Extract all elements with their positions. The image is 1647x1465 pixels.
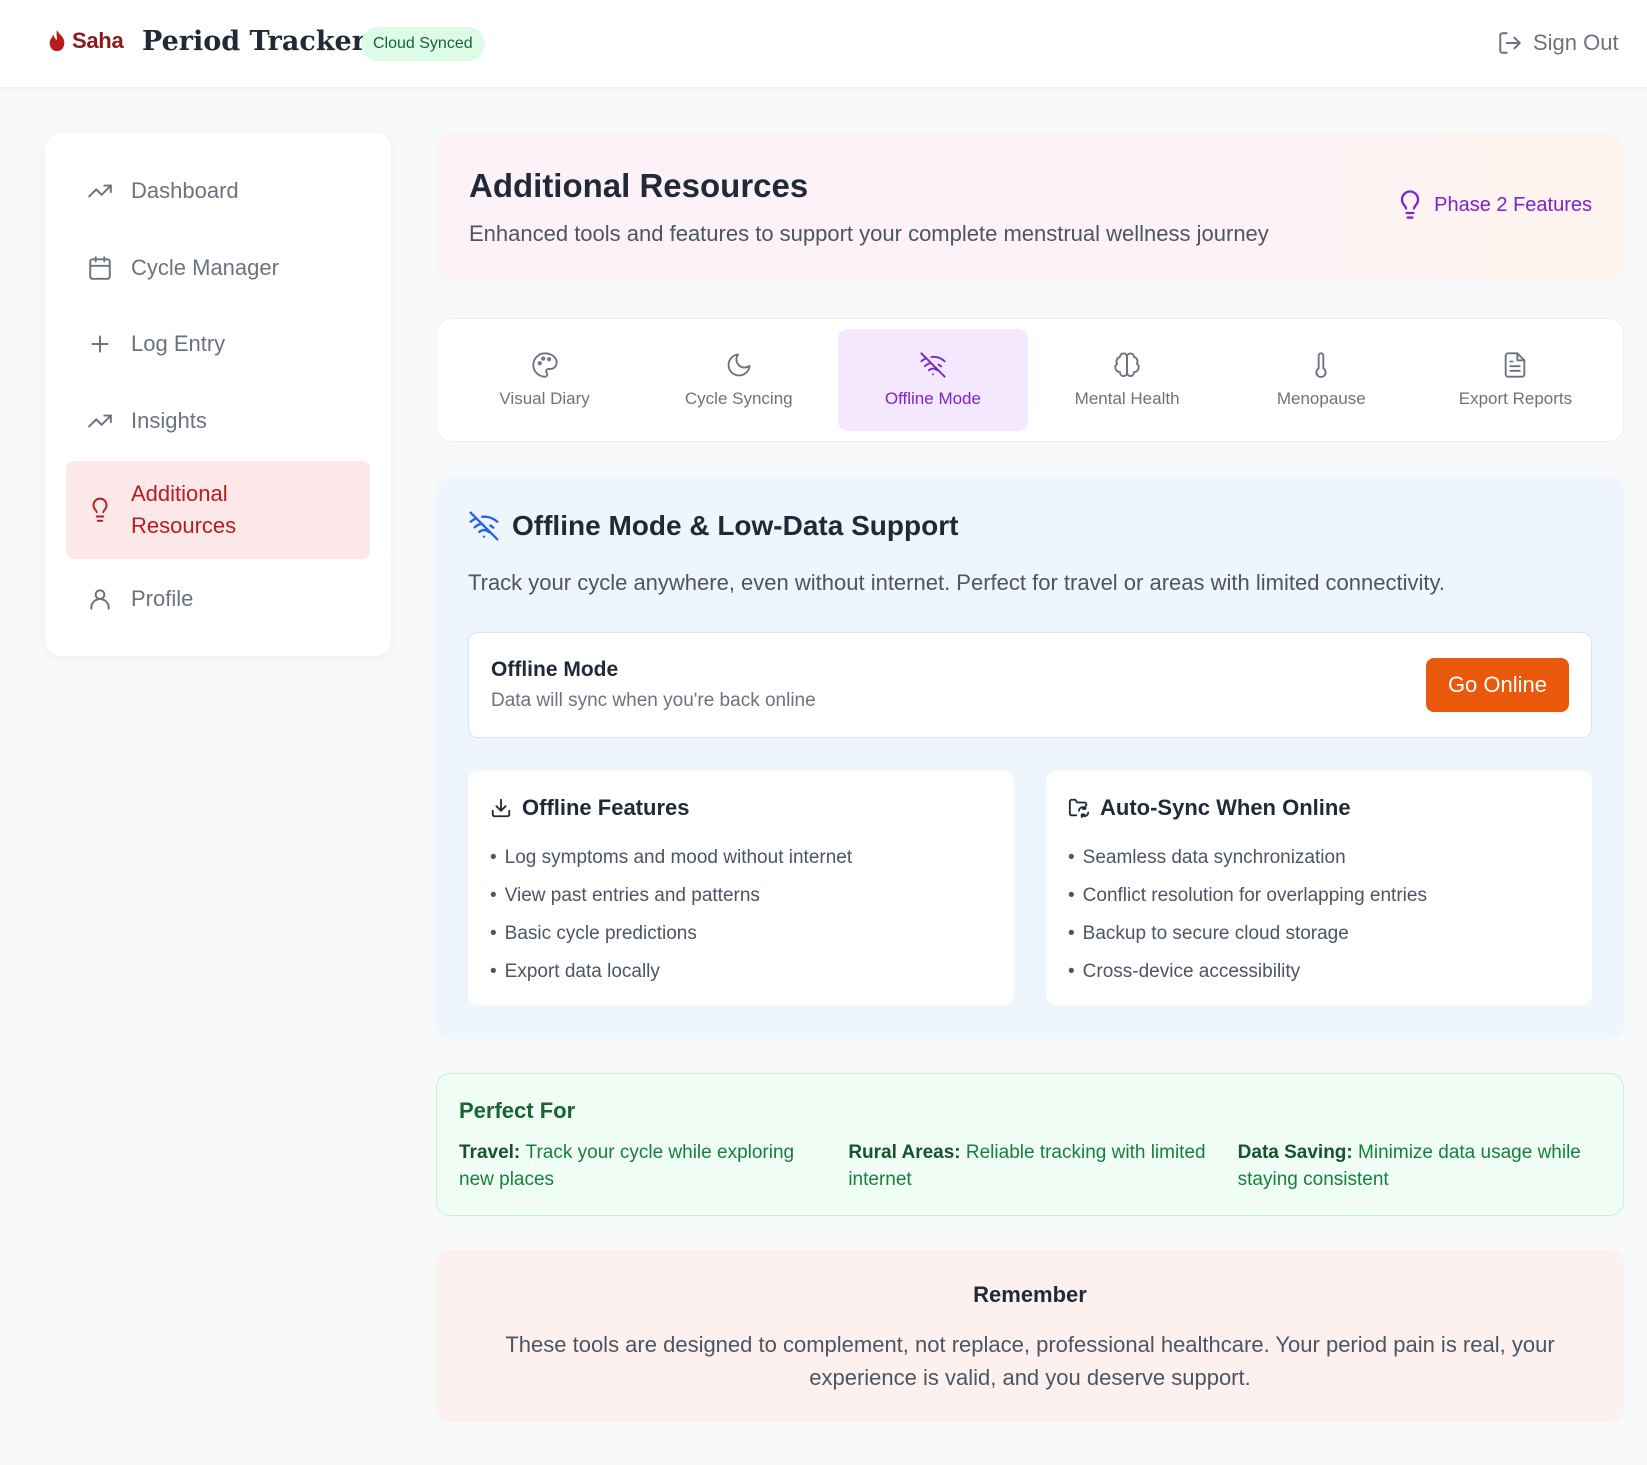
tab-offline-mode[interactable]: Offline Mode [838,329,1028,431]
download-icon [491,798,511,818]
tab-label: Menopause [1276,389,1366,408]
tab-label: Cycle Syncing [684,389,793,408]
offline-features-card: Offline Features Log symptoms and mood w… [468,771,1014,1005]
auto-sync-title: Auto-Sync When Online [1100,795,1351,820]
list-item: Export data locally [490,953,992,991]
list-item: Conflict resolution for overlapping entr… [1068,877,1570,915]
sidebar-item-insights[interactable]: Insights [66,383,370,460]
sidebar-item-additional-resources[interactable]: Additional Resources [66,461,370,559]
offline-mode-panel: Offline Mode & Low-Data Support Track yo… [436,477,1624,1039]
tab-visual-diary[interactable]: Visual Diary [450,329,639,431]
panel-heading: Offline Mode & Low-Data Support [468,510,1592,542]
sign-out-label: Sign Out [1533,30,1619,55]
trending-up-icon [88,184,112,198]
lightbulb-icon [92,497,108,522]
go-online-button[interactable]: Go Online [1425,658,1569,712]
app-title: Period Tracker [142,26,366,57]
perfect-for-card: Perfect For Travel: Track your cycle whi… [436,1073,1624,1216]
wifi-off-icon [920,352,946,378]
perfect-for-rural: Rural Areas: Reliable tracking with limi… [848,1140,1211,1194]
offline-features-title: Offline Features [522,795,690,820]
sidebar-item-profile[interactable]: Profile [66,561,370,638]
brain-icon [1114,352,1140,377]
cloud-synced-badge: Cloud Synced [361,27,485,61]
folder-sync-icon [1068,798,1090,819]
remember-text: These tools are designed to complement, … [505,1332,1555,1390]
plus-icon [91,335,109,353]
perfect-for-label: Travel: [459,1142,526,1163]
perfect-for-label: Rural Areas: [848,1142,966,1163]
list-item: Log symptoms and mood without internet [490,839,992,877]
file-text-icon [1505,352,1526,378]
saha-logo[interactable]: Saha [46,28,124,54]
perfect-for-label: Data Saving: [1237,1142,1359,1163]
status-subtitle: Data will sync when you're back online [491,690,816,711]
tab-label: Visual Diary [499,389,590,408]
moon-icon [727,353,751,377]
perfect-for-title: Perfect For [459,1098,576,1123]
tab-label: Mental Health [1074,389,1180,408]
list-item: Backup to secure cloud storage [1068,915,1570,953]
list-item: Basic cycle predictions [490,915,992,953]
resources-hero: Additional Resources Enhanced tools and … [436,133,1624,281]
tab-cycle-syncing[interactable]: Cycle Syncing [644,329,833,431]
list-item: Cross-device accessibility [1068,953,1570,991]
logo-text: Saha [72,28,124,53]
flame-logo-icon [49,30,65,52]
user-icon [90,589,110,610]
sidebar-item-log-entry[interactable]: Log Entry [66,306,370,383]
tab-label: Offline Mode [884,389,981,408]
tab-label: Export Reports [1458,389,1573,408]
sidebar-item-label: Additional Resources [131,481,237,538]
sidebar-item-label: Insights [131,407,207,433]
sign-out-button[interactable]: Sign Out [1497,26,1619,60]
log-out-icon [1499,32,1521,54]
remember-card: Remember These tools are designed to com… [436,1250,1624,1422]
sidebar-nav: Dashboard Cycle Manager Log Entry Insigh… [45,133,391,656]
panel-title: Offline Mode & Low-Data Support [512,510,959,541]
list-item: Seamless data synchronization [1068,839,1570,877]
auto-sync-card: Auto-Sync When Online Seamless data sync… [1046,771,1592,1005]
calendar-icon [89,255,111,280]
list-item: View past entries and patterns [490,877,992,915]
lightbulb-icon [1401,190,1420,219]
sidebar-item-label: Dashboard [131,178,239,204]
remember-title: Remember [973,1282,1087,1307]
status-title: Offline Mode [491,658,619,681]
tab-mental-health[interactable]: Mental Health [1033,329,1222,431]
tab-menopause[interactable]: Menopause [1227,329,1416,431]
sidebar-item-cycle-manager[interactable]: Cycle Manager [66,230,370,307]
top-header: Saha Period Tracker Cloud Synced Sign Ou… [0,0,1647,87]
wifi-off-icon [469,511,499,541]
perfect-for-data-saving: Data Saving: Minimize data usage while s… [1238,1140,1601,1194]
perfect-for-travel: Travel: Track your cycle while exploring… [459,1140,822,1194]
thermometer-icon [1315,352,1327,378]
sidebar-item-label: Cycle Manager [131,254,279,280]
tab-export-reports[interactable]: Export Reports [1421,329,1610,431]
offline-status-card: Offline Mode Data will sync when you're … [468,632,1592,738]
panel-description: Track your cycle anywhere, even without … [468,570,1445,595]
page-subtitle: Enhanced tools and features to support y… [469,221,1269,246]
sidebar-item-label: Profile [131,586,194,612]
phase-label: Phase 2 Features [1434,193,1592,216]
phase-2-badge: Phase 2 Features [1396,189,1592,221]
palette-icon [532,352,558,378]
sidebar-item-dashboard[interactable]: Dashboard [66,153,370,230]
feature-tabs: Visual Diary Cycle Syncing Offline Mode … [436,318,1624,442]
sidebar-item-label: Log Entry [131,331,226,357]
trending-up-icon [88,414,112,428]
